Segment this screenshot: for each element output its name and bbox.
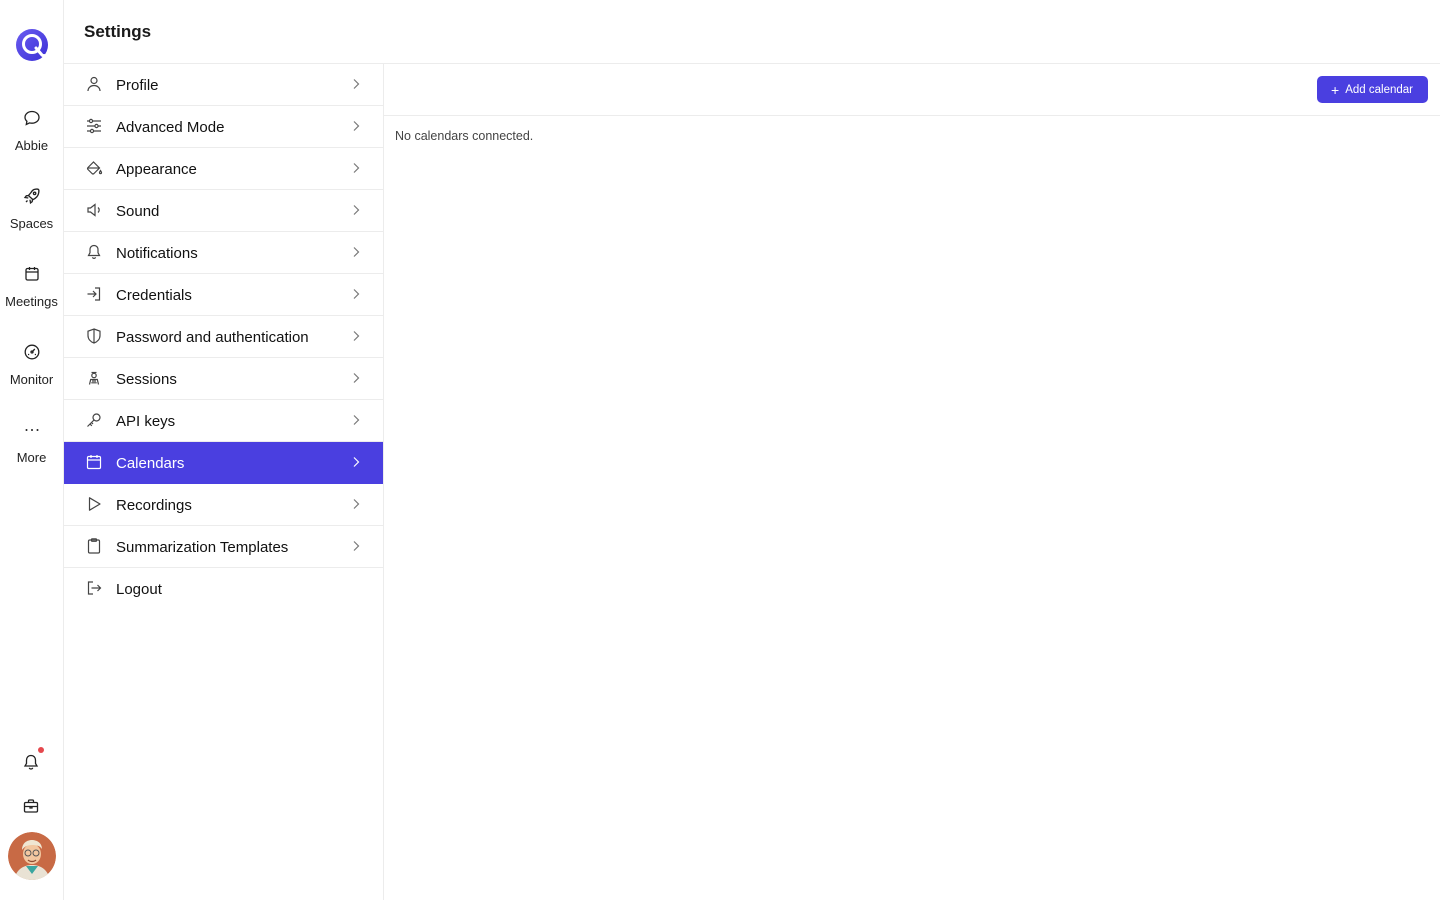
rail-item-monitor[interactable]: Monitor [0, 342, 63, 406]
bell-icon[interactable] [21, 752, 41, 772]
rail-item-abbie[interactable]: Abbie [0, 108, 63, 172]
menu-item-profile[interactable]: Profile [64, 64, 383, 106]
chevron-right-icon [353, 373, 360, 383]
rail-item-meetings[interactable]: Meetings [0, 264, 63, 328]
menu-item-sound[interactable]: Sound [64, 190, 383, 232]
calendars-panel: + Add calendar No calendars connected. [384, 64, 1440, 900]
rail-item-label: Monitor [9, 372, 54, 387]
calendar-icon [86, 455, 102, 470]
chevron-right-icon [353, 121, 360, 131]
chevron-right-icon [353, 289, 360, 299]
chevron-right-icon [353, 457, 360, 467]
ellipsis-icon [25, 429, 38, 431]
rail-item-label: Abbie [14, 138, 49, 153]
menu-item-label: Credentials [116, 287, 192, 304]
chat-bubble-icon [23, 110, 40, 126]
clipboard-icon [87, 538, 101, 554]
briefcase-icon[interactable] [21, 796, 41, 816]
menu-item-appearance[interactable]: Appearance [64, 148, 383, 190]
menu-item-summarization-templates[interactable]: Summarization Templates [64, 526, 383, 568]
rail-item-label: Spaces [9, 216, 54, 231]
menu-item-recordings[interactable]: Recordings [64, 484, 383, 526]
chevron-right-icon [353, 499, 360, 509]
bell-icon [87, 244, 101, 260]
person-badge-icon [88, 371, 100, 385]
menu-item-logout[interactable]: Logout [64, 568, 383, 610]
rail-item-more[interactable]: More [0, 420, 63, 484]
add-calendar-label: Add calendar [1345, 83, 1413, 96]
chevron-right-icon [353, 163, 360, 173]
chevron-right-icon [353, 79, 360, 89]
chevron-right-icon [353, 331, 360, 341]
rail-item-spaces[interactable]: Spaces [0, 186, 63, 250]
menu-item-api-keys[interactable]: API keys [64, 400, 383, 442]
page-header: Settings [64, 0, 1440, 64]
logout-icon [87, 581, 102, 595]
empty-state-message: No calendars connected. [395, 129, 534, 143]
shield-icon [87, 328, 101, 344]
settings-menu: Profile Advanced Mode Appearance Sound N… [64, 64, 384, 900]
login-icon [87, 287, 101, 301]
play-icon [88, 497, 101, 511]
menu-item-label: Notifications [116, 245, 198, 262]
menu-item-label: Password and authentication [116, 329, 309, 346]
chevron-right-icon [353, 415, 360, 425]
menu-item-label: Sound [116, 203, 160, 220]
menu-item-label: Logout [116, 581, 162, 598]
menu-item-label: Sessions [116, 371, 177, 388]
plus-icon: + [1331, 81, 1340, 98]
menu-item-sessions[interactable]: Sessions [64, 358, 383, 400]
menu-item-password-and-authentication[interactable]: Password and authentication [64, 316, 383, 358]
speaker-icon [87, 203, 100, 217]
gauge-icon [24, 344, 39, 360]
menu-item-advanced-mode[interactable]: Advanced Mode [64, 106, 383, 148]
left-rail: Abbie Spaces Meetings Monitor More [0, 0, 64, 900]
user-icon [87, 76, 101, 92]
menu-item-label: Summarization Templates [116, 539, 289, 556]
menu-item-label: Recordings [116, 497, 192, 514]
menu-item-label: API keys [116, 413, 176, 430]
chevron-right-icon [353, 541, 360, 551]
add-calendar-button[interactable]: + Add calendar [1317, 76, 1428, 103]
avatar[interactable] [8, 832, 56, 880]
menu-item-label: Profile [116, 77, 159, 94]
chevron-right-icon [353, 205, 360, 215]
menu-item-calendars[interactable]: Calendars [64, 442, 383, 484]
notification-dot [38, 747, 44, 753]
menu-item-label: Appearance [116, 161, 197, 178]
rail-item-label: Meetings [5, 294, 58, 309]
key-icon [87, 413, 101, 427]
chevron-right-icon [353, 247, 360, 257]
menu-item-credentials[interactable]: Credentials [64, 274, 383, 316]
paint-bucket-icon [87, 161, 103, 175]
content-toolbar: + Add calendar [384, 64, 1440, 116]
menu-item-label: Advanced Mode [116, 119, 225, 136]
calendar-icon [24, 267, 39, 281]
app-logo-icon[interactable] [15, 28, 49, 62]
page-title: Settings [84, 22, 152, 41]
sliders-icon [87, 118, 101, 134]
rocket-icon [23, 188, 39, 205]
rail-item-label: More [16, 450, 47, 465]
menu-item-notifications[interactable]: Notifications [64, 232, 383, 274]
menu-item-label: Calendars [116, 455, 185, 472]
